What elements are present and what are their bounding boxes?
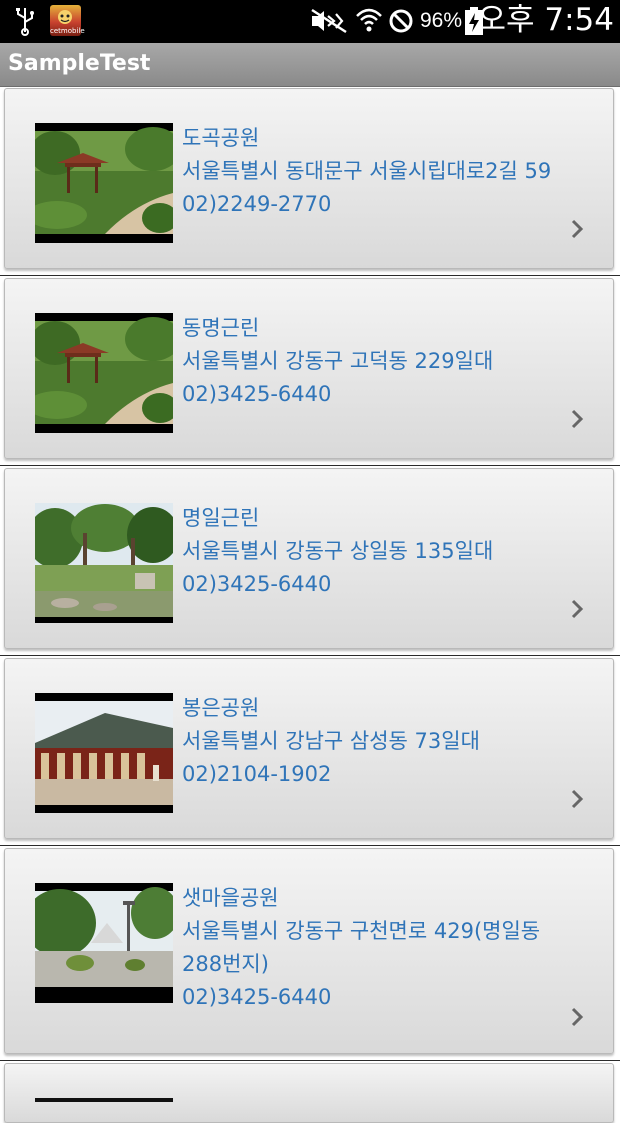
- park-name: 도곡공원: [182, 126, 260, 150]
- park-phone: 02)3425-6440: [182, 382, 332, 406]
- park-address: 서울특별시 동대문구 서울시립대로2길 59: [182, 159, 552, 183]
- action-bar: SampleTest: [0, 43, 620, 87]
- chevron-right-icon: [571, 789, 584, 809]
- park-thumbnail: [35, 1098, 173, 1102]
- list-divider: [0, 655, 620, 656]
- chevron-right-icon: [571, 409, 584, 429]
- list-item[interactable]: 봉은공원 서울특별시 강남구 삼성동 73일대 02)2104-1902: [4, 658, 614, 839]
- park-thumbnail: [35, 693, 173, 813]
- park-address-continued: 288번지): [182, 952, 269, 976]
- chevron-right-icon: [571, 1007, 584, 1027]
- status-bar: cetmobile 96% 오후 7:54: [0, 0, 620, 43]
- park-phone: 02)3425-6440: [182, 572, 332, 596]
- park-phone: 02)2104-1902: [182, 762, 332, 786]
- usb-icon: [16, 8, 34, 36]
- list-divider: [0, 1060, 620, 1061]
- park-address: 서울특별시 강동구 상일동 135일대: [182, 539, 494, 563]
- chevron-right-icon: [571, 219, 584, 239]
- list-item-text: 동명근린 서울특별시 강동구 고덕동 229일대 02)3425-6440: [182, 312, 602, 411]
- park-name: 명일근린: [182, 506, 260, 530]
- list-item[interactable]: 도곡공원 서울특별시 동대문구 서울시립대로2길 59 02)2249-2770: [4, 88, 614, 269]
- list-item[interactable]: 동명근린 서울특별시 강동구 고덕동 229일대 02)3425-6440: [4, 278, 614, 459]
- list-item-text: 명일근린 서울특별시 강동구 상일동 135일대 02)3425-6440: [182, 502, 602, 601]
- list-item-text: 봉은공원 서울특별시 강남구 삼성동 73일대 02)2104-1902: [182, 692, 602, 791]
- park-thumbnail: [35, 883, 173, 1003]
- list-divider: [0, 845, 620, 846]
- park-address: 서울특별시 강동구 구천면로 429(명일동: [182, 919, 541, 943]
- park-thumbnail: [35, 503, 173, 623]
- mute-icon: [311, 8, 347, 34]
- list-item[interactable]: 샛마을공원 서울특별시 강동구 구천면로 429(명일동 288번지) 02)3…: [4, 848, 614, 1054]
- park-phone: 02)3425-6440: [182, 985, 332, 1009]
- list-divider: [0, 275, 620, 276]
- park-phone: 02)2249-2770: [182, 192, 332, 216]
- blocked-icon: [389, 9, 413, 33]
- list-item-text: 샛마을공원 서울특별시 강동구 구천면로 429(명일동 288번지) 02)3…: [182, 882, 602, 1014]
- clock: 오후 7:54: [477, 2, 614, 38]
- app-notification-icon: cetmobile: [50, 5, 85, 36]
- app-notification-label: cetmobile: [50, 27, 85, 35]
- park-thumbnail: [35, 313, 173, 433]
- list-item[interactable]: 명일근린 서울특별시 강동구 상일동 135일대 02)3425-6440: [4, 468, 614, 649]
- park-name: 동명근린: [182, 316, 260, 340]
- app-title: SampleTest: [8, 51, 151, 76]
- wifi-icon: [356, 8, 382, 32]
- battery-percent: 96%: [420, 9, 463, 32]
- chevron-right-icon: [571, 599, 584, 619]
- park-address: 서울특별시 강동구 고덕동 229일대: [182, 349, 494, 373]
- list-item-text: 도곡공원 서울특별시 동대문구 서울시립대로2길 59 02)2249-2770: [182, 122, 602, 221]
- list-divider: [0, 465, 620, 466]
- park-address: 서울특별시 강남구 삼성동 73일대: [182, 729, 480, 753]
- park-name: 샛마을공원: [182, 886, 279, 910]
- list-item[interactable]: [4, 1063, 614, 1123]
- park-thumbnail: [35, 123, 173, 243]
- park-name: 봉은공원: [182, 696, 260, 720]
